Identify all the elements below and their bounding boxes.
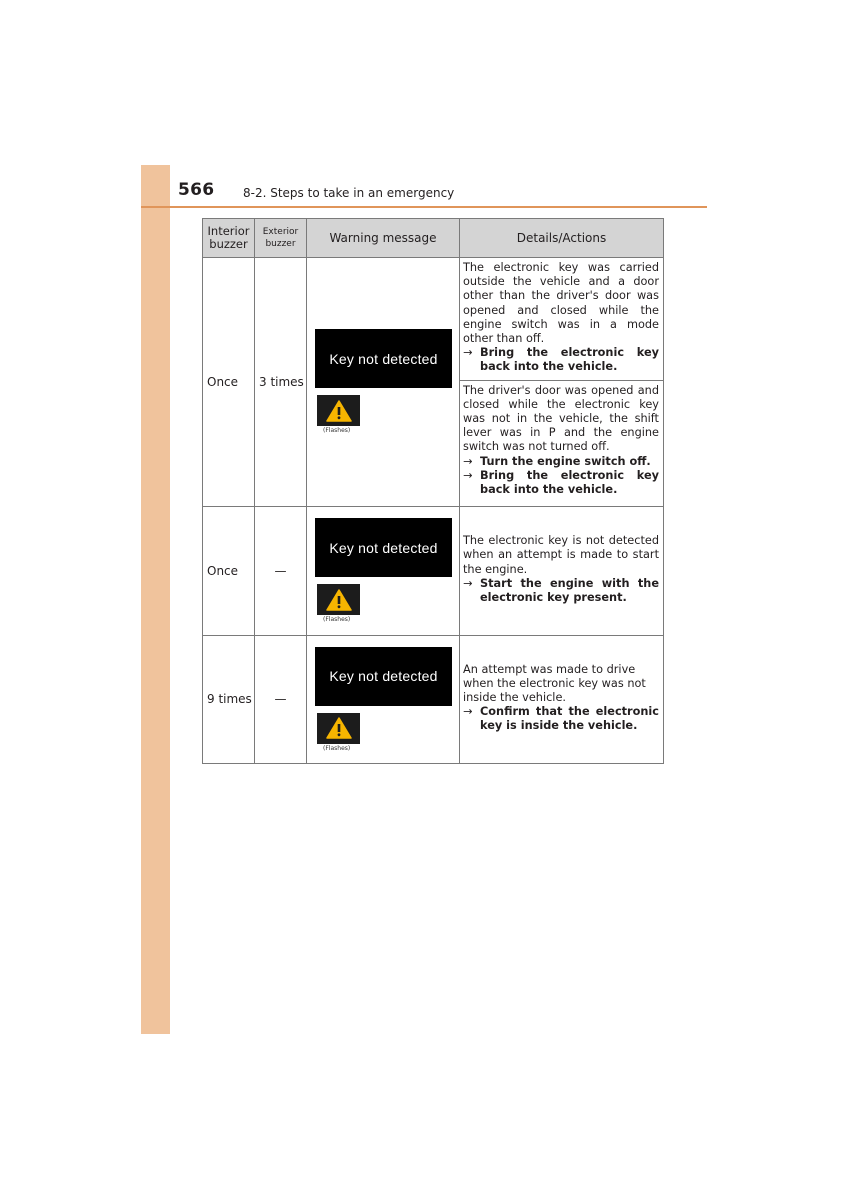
table-row: Once 3 times Key not detected (Flashes) … — [202, 257, 664, 507]
details-cell: The driver's door was opened and closed … — [459, 379, 664, 507]
key-not-detected-display: Key not detected — [315, 646, 452, 706]
flashes-label: (Flashes) — [323, 744, 351, 752]
header-line: buzzer — [209, 237, 248, 251]
action-text: Start the engine with the electronic key… — [480, 576, 659, 604]
header-line: buzzer — [265, 239, 296, 249]
exterior-buzzer-cell: — — [254, 634, 307, 764]
arrow-icon: → — [463, 576, 473, 590]
page-number: 566 — [178, 180, 215, 200]
details-text: The electronic key was carried outside t… — [463, 261, 659, 346]
warning-message-cell: Key not detected (Flashes) — [306, 505, 460, 636]
warning-triangle-icon — [325, 717, 352, 739]
warning-message-cell: Key not detected (Flashes) — [306, 634, 460, 764]
arrow-icon: → — [463, 705, 473, 719]
action-item: → Bring the electronic key back into the… — [463, 346, 659, 374]
warning-message-cell: Key not detected (Flashes) — [306, 257, 460, 507]
column-header-interior-buzzer: Interior buzzer — [202, 218, 255, 258]
action-text: Bring the electronic key back into the v… — [480, 468, 659, 497]
flashes-label: (Flashes) — [323, 427, 351, 435]
table-header-row: Interior buzzer Exterior buzzer Warning … — [202, 218, 664, 258]
exterior-buzzer-cell: — — [254, 505, 307, 636]
details-cell: The electronic key is not detected when … — [459, 505, 664, 636]
column-header-details-actions: Details/Actions — [459, 218, 664, 258]
details-text: An attempt was made to drive when the el… — [463, 662, 646, 705]
warning-light — [317, 395, 360, 427]
flashes-label: (Flashes) — [323, 616, 351, 624]
details-cell: An attempt was made to drive when the el… — [459, 634, 664, 764]
table-row: Once — Key not detected (Flashes) The el… — [202, 505, 664, 636]
action-text: Turn the engine switch off. — [480, 454, 651, 468]
action-item: → Start the engine with the electronic k… — [463, 577, 659, 605]
header-line: Interior — [207, 224, 250, 238]
arrow-icon: → — [463, 454, 473, 468]
warning-triangle-icon — [325, 400, 352, 422]
action-item: → Bring the electronic key back into the… — [463, 469, 659, 497]
action-text: Confirm that the electronic key is insid… — [480, 705, 659, 733]
column-header-exterior-buzzer: Exterior buzzer — [254, 218, 307, 258]
warning-table: Interior buzzer Exterior buzzer Warning … — [202, 218, 664, 764]
exterior-buzzer-cell: 3 times — [254, 257, 307, 507]
interior-buzzer-cell: 9 times — [202, 634, 255, 764]
chapter-sidebar-tab — [141, 165, 170, 1034]
warning-triangle-icon — [325, 588, 352, 611]
interior-buzzer-cell: Once — [202, 505, 255, 636]
table-row: 9 times — Key not detected (Flashes) An … — [202, 634, 664, 764]
header-line: Exterior — [262, 227, 299, 237]
column-header-warning-message: Warning message — [306, 218, 460, 258]
header-divider — [141, 206, 707, 208]
details-text: The electronic key is not detected when … — [463, 534, 659, 576]
interior-buzzer-cell: Once — [202, 257, 255, 507]
section-title: 8-2. Steps to take in an emergency — [243, 186, 455, 200]
arrow-icon: → — [463, 468, 473, 482]
key-not-detected-display: Key not detected — [315, 518, 452, 578]
warning-light — [317, 584, 360, 616]
key-not-detected-display: Key not detected — [315, 329, 452, 389]
warning-light — [317, 712, 360, 744]
arrow-icon: → — [463, 346, 473, 360]
details-text: The driver's door was opened and closed … — [463, 383, 659, 454]
action-item: → Confirm that the electronic key is ins… — [463, 705, 659, 733]
details-cell: The electronic key was carried outside t… — [459, 257, 664, 381]
action-item: → Turn the engine switch off. — [463, 455, 659, 469]
action-text: Bring the electronic key back into the v… — [480, 346, 659, 374]
